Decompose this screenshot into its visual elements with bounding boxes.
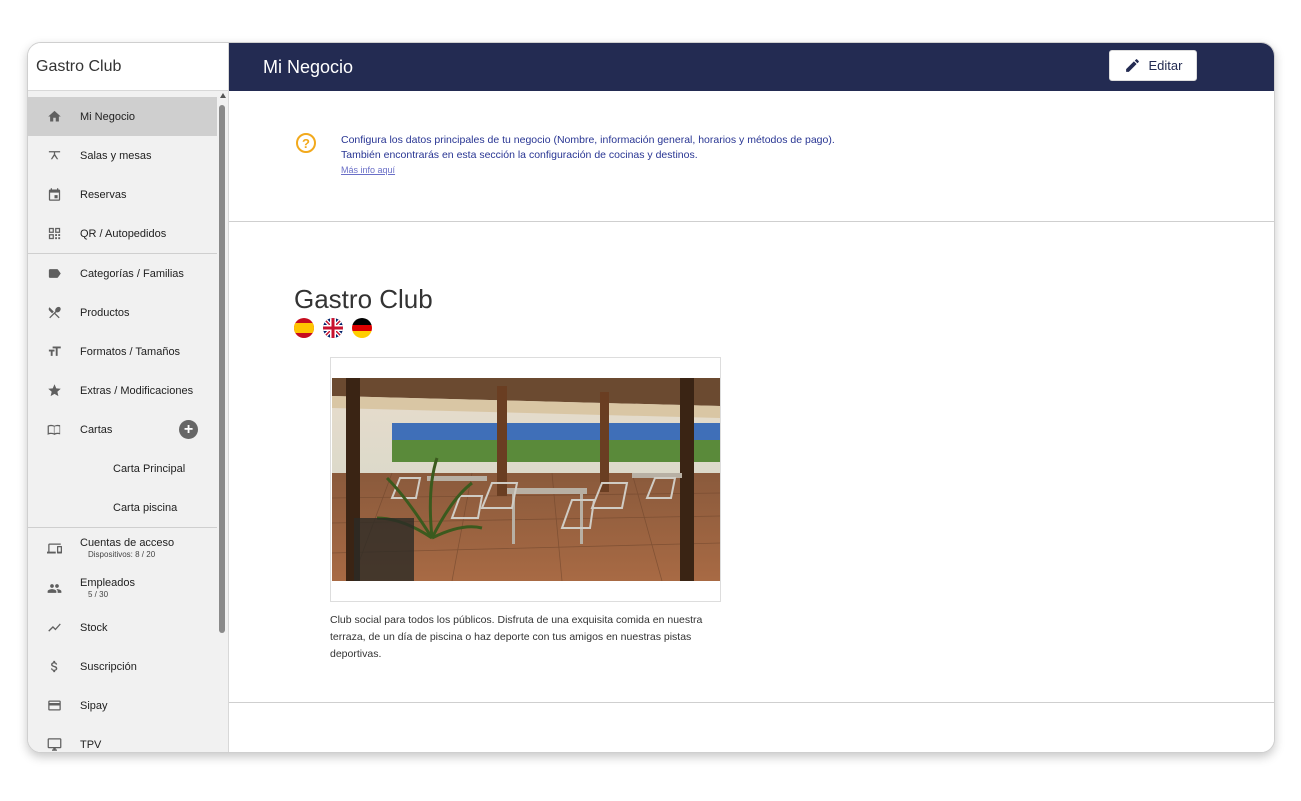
utensils-icon <box>28 305 80 320</box>
sidebar-item-label: Sipay <box>80 699 108 712</box>
sidebar-item-label: Carta Principal <box>113 462 186 475</box>
info-text: Configura los datos principales de tu ne… <box>341 133 835 178</box>
calendar-icon <box>28 187 80 202</box>
sidebar-item-label: Extras / Modificaciones <box>80 384 194 397</box>
sidebar: Gastro Club Mi Negocio Salas y mesas Res… <box>28 43 229 752</box>
trend-icon <box>28 620 80 635</box>
sidebar-item-qr[interactable]: QR / Autopedidos <box>28 214 217 253</box>
sidebar-item-label: Empleados <box>80 577 136 589</box>
people-icon <box>28 581 80 596</box>
uk-flag-icon[interactable] <box>323 318 343 338</box>
business-section: Gastro Club Club social para todos los p… <box>229 222 1274 703</box>
menu-book-icon <box>28 422 80 437</box>
sidebar-item-empleados[interactable]: Empleados 5 / 30 <box>28 568 217 608</box>
sidebar-scrollbar[interactable] <box>219 93 226 752</box>
qr-code-icon <box>28 226 80 241</box>
app-window: Gastro Club Mi Negocio Salas y mesas Res… <box>27 42 1275 753</box>
credit-card-icon <box>28 698 80 713</box>
business-photo-card <box>330 357 721 602</box>
sidebar-item-suscripcion[interactable]: Suscripción <box>28 647 217 686</box>
main-content: Mi Negocio Editar ? Configura los datos … <box>229 43 1274 752</box>
device-count: Dispositivos: 8 / 20 <box>88 550 156 559</box>
sidebar-item-stock[interactable]: Stock <box>28 608 217 647</box>
sidebar-item-salas[interactable]: Salas y mesas <box>28 136 217 175</box>
spain-flag-icon[interactable] <box>294 318 314 338</box>
devices-icon <box>28 541 80 556</box>
top-bar: Mi Negocio Editar <box>229 43 1274 91</box>
page-title: Mi Negocio <box>263 56 354 77</box>
info-section: ? Configura los datos principales de tu … <box>229 91 1274 222</box>
business-photo <box>332 378 720 581</box>
sidebar-item-cartas[interactable]: Cartas + <box>28 410 217 449</box>
sidebar-item-categorias[interactable]: Categorías / Familias <box>28 254 217 293</box>
sidebar-item-label: Salas y mesas <box>80 149 152 162</box>
more-info-link[interactable]: Más info aquí <box>341 163 835 178</box>
sidebar-item-label: Stock <box>80 621 108 634</box>
sidebar-item-label: Productos <box>80 306 130 319</box>
sidebar-subitem-carta-principal[interactable]: Carta Principal <box>28 449 217 488</box>
sidebar-nav: Mi Negocio Salas y mesas Reservas QR / A… <box>28 97 217 752</box>
sidebar-item-label: Carta piscina <box>113 501 178 514</box>
edit-button[interactable]: Editar <box>1109 50 1197 81</box>
sidebar-item-cuentas[interactable]: Cuentas de acceso Dispositivos: 8 / 20 <box>28 528 217 568</box>
label-icon <box>28 266 80 281</box>
scrollbar-thumb[interactable] <box>219 105 225 633</box>
table-icon <box>28 148 80 163</box>
edit-button-label: Editar <box>1148 58 1183 73</box>
info-line-1: Configura los datos principales de tu ne… <box>341 134 835 146</box>
text-size-icon <box>28 344 80 359</box>
language-flags <box>294 318 372 338</box>
sidebar-brand: Gastro Club <box>28 43 228 91</box>
scroll-up-arrow-icon[interactable] <box>220 93 226 98</box>
sidebar-item-extras[interactable]: Extras / Modificaciones <box>28 371 217 410</box>
add-carta-button[interactable]: + <box>179 420 198 439</box>
germany-flag-icon[interactable] <box>352 318 372 338</box>
sidebar-item-productos[interactable]: Productos <box>28 293 217 332</box>
pencil-icon <box>1125 59 1139 72</box>
business-description: Club social para todos los públicos. Dis… <box>330 614 703 660</box>
sidebar-item-sipay[interactable]: Sipay <box>28 686 217 725</box>
home-icon <box>28 109 80 124</box>
sidebar-item-mi-negocio[interactable]: Mi Negocio <box>28 97 217 136</box>
sidebar-item-label: QR / Autopedidos <box>80 227 167 240</box>
sidebar-item-label: Mi Negocio <box>80 110 136 123</box>
sidebar-subitem-carta-piscina[interactable]: Carta piscina <box>28 488 217 527</box>
sidebar-item-formatos[interactable]: Formatos / Tamaños <box>28 332 217 371</box>
employee-count: 5 / 30 <box>88 590 109 599</box>
sidebar-item-label: Categorías / Familias <box>80 267 184 280</box>
sidebar-item-label: Cuentas de acceso <box>80 537 175 549</box>
sidebar-item-label: TPV <box>80 738 102 751</box>
sidebar-item-label: Formatos / Tamaños <box>80 345 181 358</box>
sidebar-item-tpv[interactable]: TPV <box>28 725 217 752</box>
sidebar-item-label: Suscripción <box>80 660 137 673</box>
business-name: Gastro Club <box>294 284 433 314</box>
sidebar-item-label: Reservas <box>80 188 127 201</box>
sidebar-item-reservas[interactable]: Reservas <box>28 175 217 214</box>
star-icon <box>28 383 80 398</box>
dollar-icon <box>28 659 80 674</box>
monitor-icon <box>28 737 80 752</box>
info-line-2: También encontrarás en esta sección la c… <box>341 149 698 161</box>
help-icon: ? <box>296 133 316 153</box>
